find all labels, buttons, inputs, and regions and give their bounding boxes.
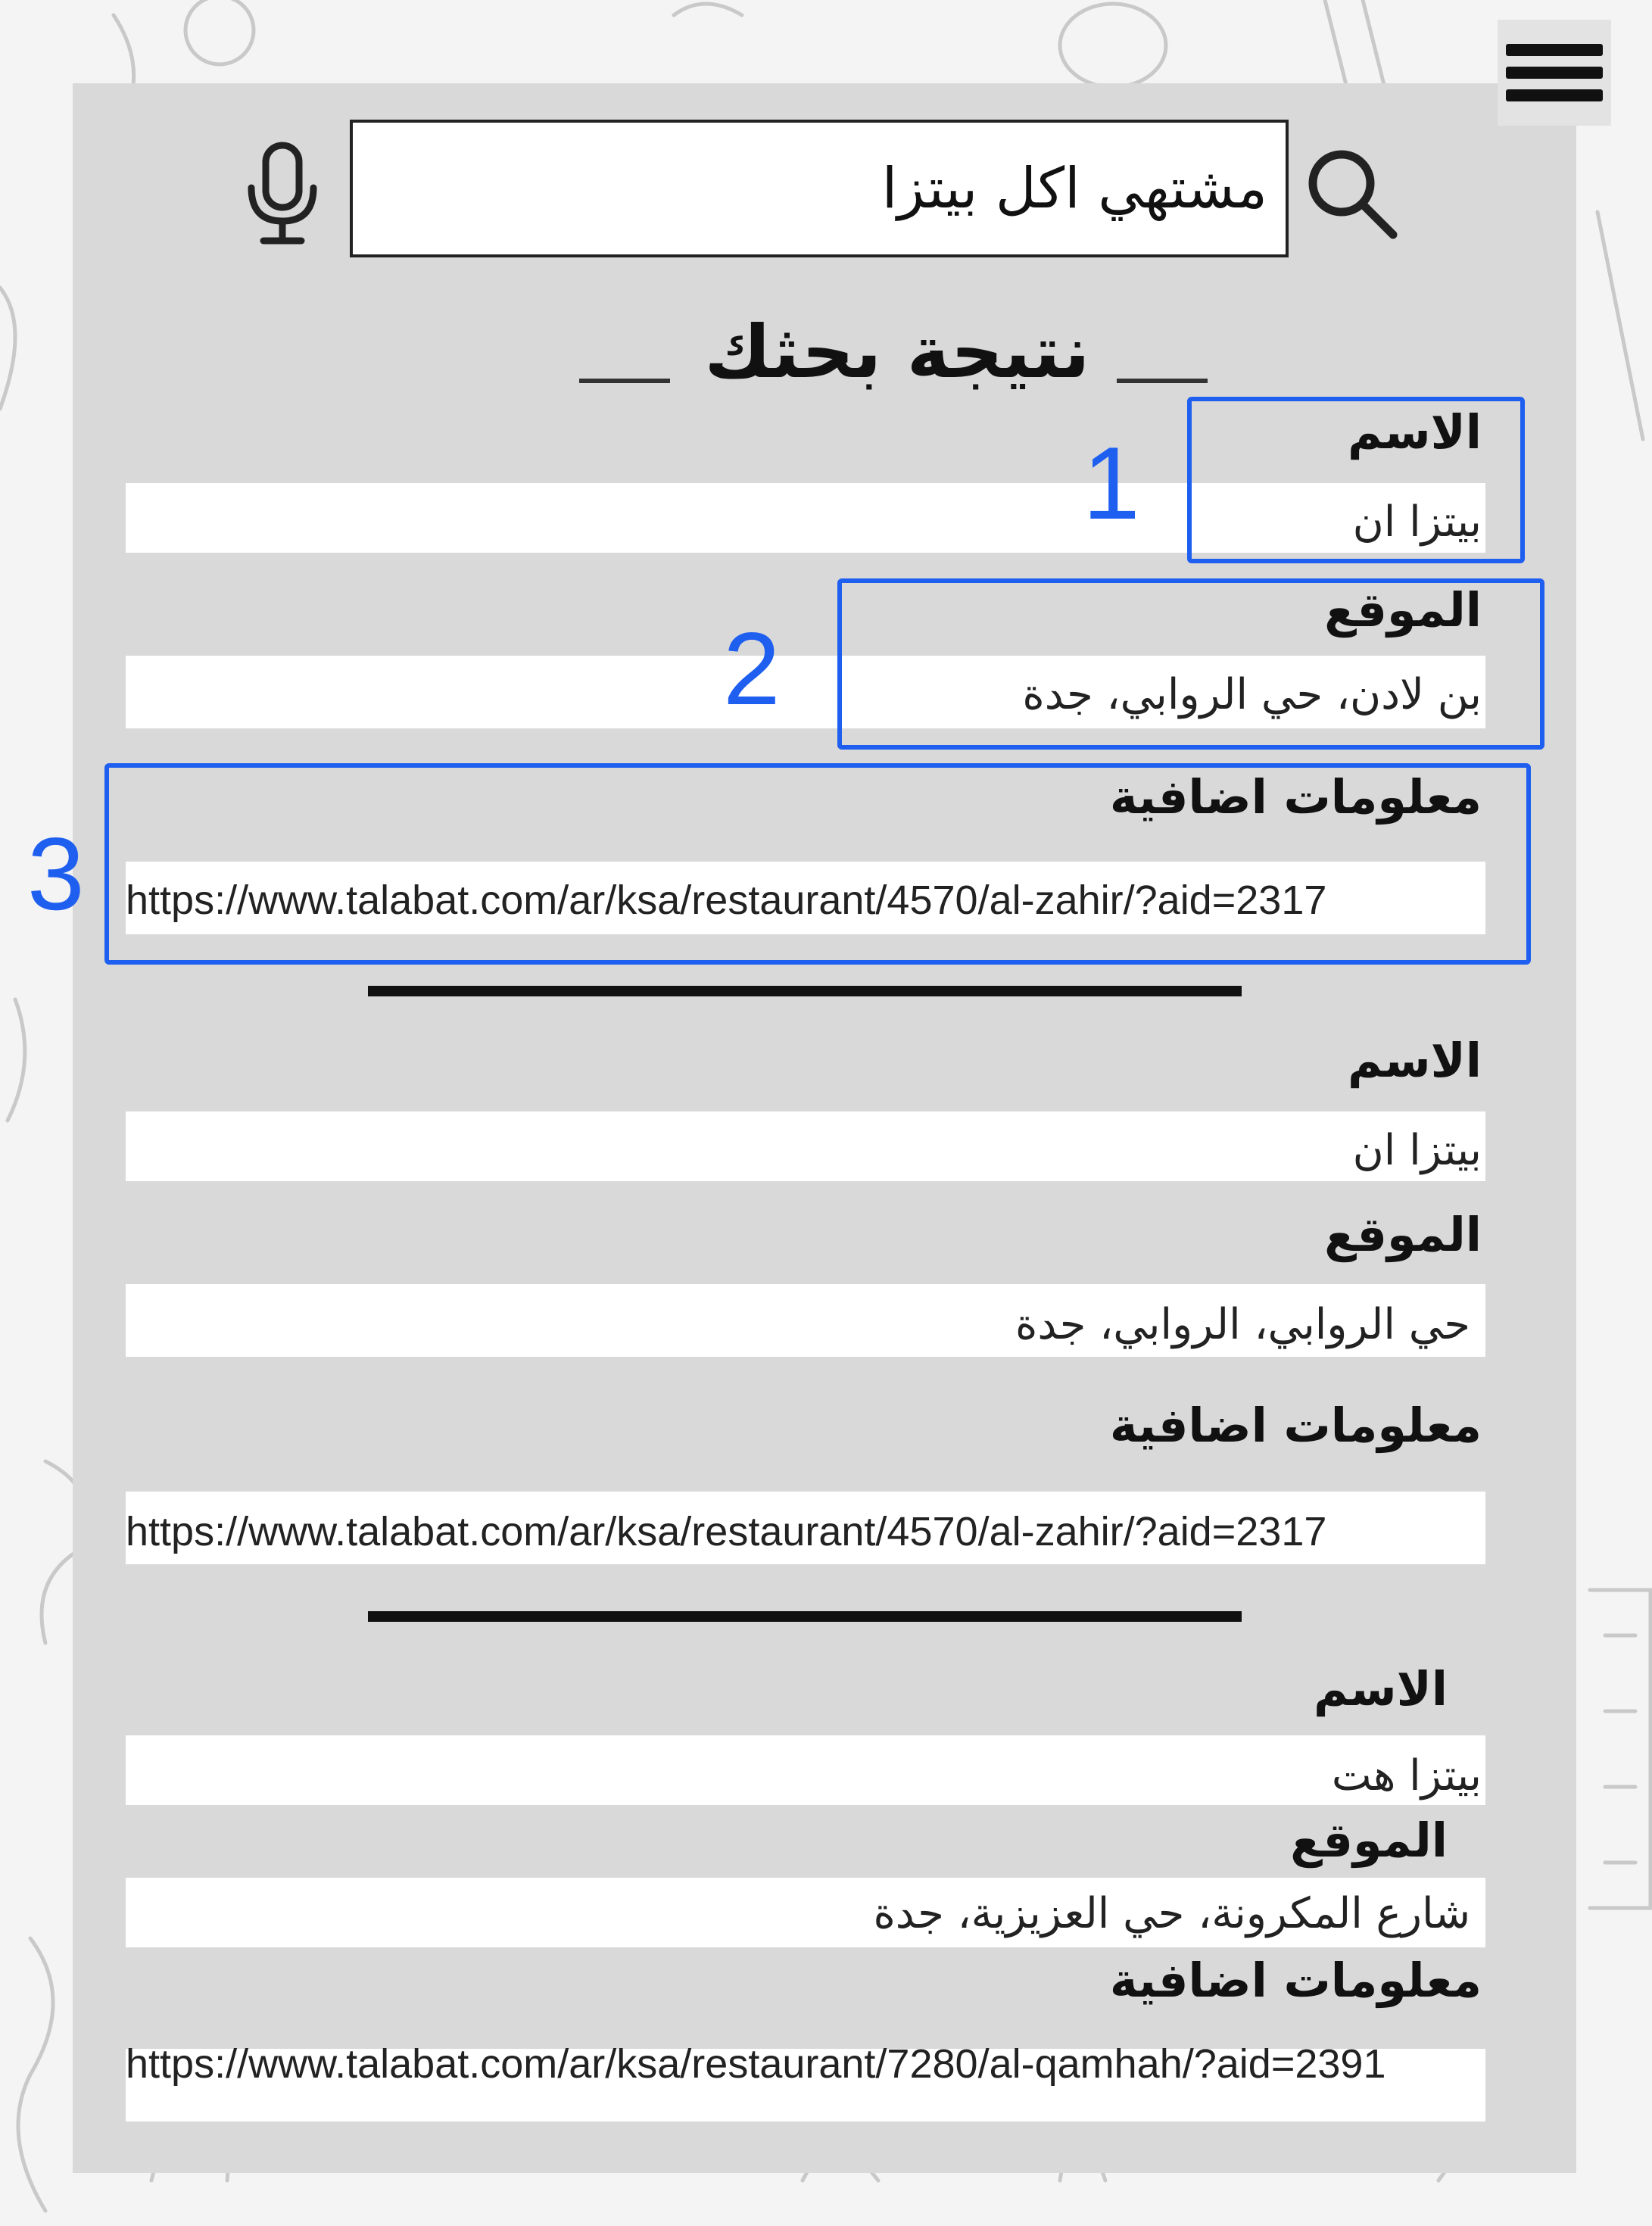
menu-bar (1506, 89, 1603, 101)
restaurant-link[interactable]: https://www.talabat.com/ar/ksa/restauran… (126, 1511, 1326, 1552)
name-label: الاسم (1313, 1661, 1448, 1716)
hamburger-menu-icon[interactable] (1498, 20, 1611, 126)
title-underline-right (1117, 379, 1208, 383)
menu-bar (1506, 44, 1603, 56)
result-divider (368, 1611, 1242, 1622)
search-icon[interactable] (1302, 144, 1401, 242)
annotation-box-3 (104, 763, 1531, 965)
annotation-number-2: 2 (723, 611, 781, 726)
annotation-box-2 (837, 578, 1544, 750)
result-divider (368, 986, 1242, 996)
location-label: الموقع (1324, 1207, 1482, 1262)
menu-bar (1506, 67, 1603, 79)
restaurant-location: شارع المكرونة، حي العزيزية، جدة (873, 1889, 1470, 1938)
restaurant-name: بيتزا ان (1352, 1126, 1482, 1175)
info-label: معلومات اضافية (1109, 1953, 1482, 2008)
location-label: الموقع (1290, 1813, 1448, 1868)
name-field (126, 1735, 1485, 1805)
annotation-number-3: 3 (27, 816, 85, 931)
name-field (126, 1111, 1485, 1181)
annotation-number-1: 1 (1083, 426, 1140, 541)
microphone-icon[interactable] (241, 141, 324, 247)
name-label: الاسم (1347, 1033, 1482, 1088)
restaurant-link[interactable]: https://www.talabat.com/ar/ksa/restauran… (126, 2040, 1413, 2094)
title-underline-left (579, 379, 670, 383)
restaurant-name: بيتزا هت (1331, 1751, 1482, 1800)
annotation-box-1 (1187, 397, 1525, 563)
search-input[interactable] (350, 120, 1289, 257)
info-label: معلومات اضافية (1109, 1398, 1482, 1453)
results-title: نتيجة بحثك (704, 310, 1090, 394)
restaurant-location: حي الروابي، الروابي، جدة (1015, 1300, 1470, 1349)
